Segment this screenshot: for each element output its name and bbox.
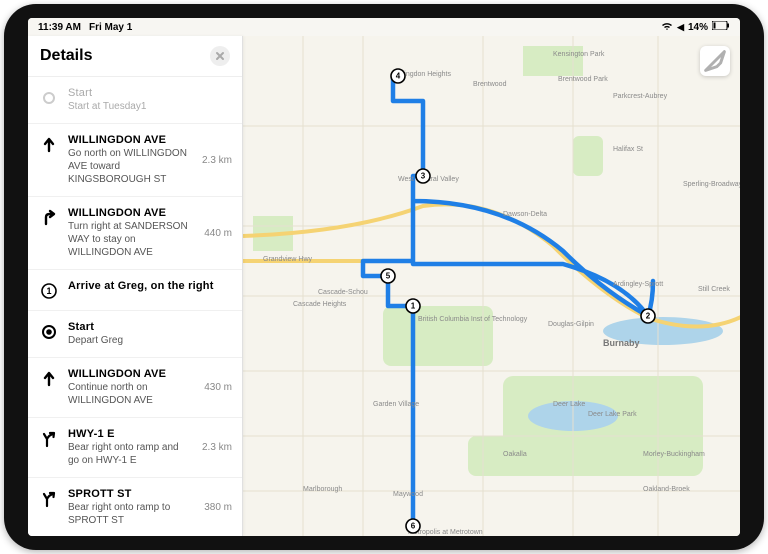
step-distance: 380 m — [200, 502, 232, 513]
direction-step[interactable]: WILLINGDON AVETurn right at SANDERSON WA… — [28, 197, 242, 270]
svg-text:1: 1 — [46, 286, 51, 296]
map-waypoint[interactable]: 5 — [381, 269, 395, 283]
svg-text:6: 6 — [411, 522, 416, 531]
direction-step[interactable]: StartDepart Greg — [28, 311, 242, 358]
compass-button[interactable] — [700, 46, 730, 76]
direction-step[interactable]: WILLINGDON AVEContinue north on WILLINGD… — [28, 358, 242, 418]
battery-icon — [712, 21, 730, 33]
step-sub: Depart Greg — [68, 334, 232, 347]
step-title: Start — [68, 321, 232, 333]
map-label: Oakalla — [503, 451, 527, 458]
map-label: Marlborough — [303, 486, 342, 493]
details-panel: Details StartStart at Tuesday1WILLINGDON… — [28, 36, 243, 536]
step-distance: 2.3 km — [198, 155, 232, 166]
step-sub: Bear right onto ramp to SPROTT ST — [68, 501, 192, 527]
step-title: Arrive at Greg, on the right — [68, 280, 232, 292]
panel-header: Details — [28, 36, 242, 77]
status-bar: 11:39 AM Fri May 1 ◀ 14% — [28, 18, 740, 36]
map-waypoint[interactable]: 3 — [416, 169, 430, 183]
direction-step[interactable]: SPROTT STBear right onto ramp to SPROTT … — [28, 478, 242, 536]
arrow-up-icon — [38, 370, 60, 388]
svg-text:1: 1 — [411, 302, 416, 311]
fork-right-icon — [38, 490, 60, 508]
map-label: Deer Lake — [553, 401, 585, 408]
direction-step[interactable]: 1 Arrive at Greg, on the right — [28, 270, 242, 311]
map-label: Grandview Hwy — [263, 256, 313, 263]
step-sub: Go north on WILLINGDON AVE toward KINGSB… — [68, 147, 190, 186]
map-waypoint[interactable]: 4 — [391, 69, 405, 83]
map-label: Kensington Park — [553, 51, 605, 58]
map-label: Deer Lake Park — [588, 411, 637, 418]
map-label: Parkcrest-Aubrey — [613, 93, 668, 100]
step-distance: 430 m — [200, 382, 232, 393]
map-label: Dawson-Delta — [503, 211, 547, 218]
step-title: SPROTT ST — [68, 488, 192, 500]
step-title: HWY-1 E — [68, 428, 190, 440]
status-right: ◀ 14% — [661, 21, 730, 34]
map-label: Ardingley-Sprott — [613, 281, 663, 288]
arrow-up-icon — [38, 136, 60, 154]
wifi-icon — [661, 21, 673, 34]
map-label: Burnaby — [603, 338, 640, 348]
step-sub: Turn right at SANDERSON WAY to stay on W… — [68, 220, 192, 259]
close-icon — [215, 51, 225, 61]
svg-text:4: 4 — [396, 72, 401, 81]
map-label: Brentwood — [473, 81, 507, 88]
battery-text: 14% — [688, 22, 708, 33]
map-label: Maywood — [393, 491, 423, 498]
map-label: Cascade Heights — [293, 301, 347, 308]
ipad-frame: 11:39 AM Fri May 1 ◀ 14% Details StartSt… — [4, 4, 764, 550]
map-label: Still Creek — [698, 286, 730, 293]
step-title: Start — [68, 87, 232, 99]
step-title: WILLINGDON AVE — [68, 368, 192, 380]
step-sub: Bear right onto ramp and go on HWY-1 E — [68, 441, 190, 467]
step-sub: Continue north on WILLINGDON AVE — [68, 381, 192, 407]
map-label: Garden Village — [373, 401, 419, 408]
map-label: Cascade-Schou — [318, 289, 368, 296]
fork-right-icon — [38, 430, 60, 448]
map-waypoint[interactable]: 1 — [406, 299, 420, 313]
direction-step[interactable]: WILLINGDON AVEGo north on WILLINGDON AVE… — [28, 124, 242, 197]
panel-title: Details — [40, 47, 92, 65]
direction-step[interactable]: StartStart at Tuesday1 — [28, 77, 242, 124]
dot-fill-icon — [38, 323, 60, 341]
map-waypoint[interactable]: 6 — [406, 519, 420, 533]
status-time: 11:39 AM — [38, 22, 81, 33]
svg-text:3: 3 — [421, 172, 426, 181]
map-waypoint[interactable]: 2 — [641, 309, 655, 323]
step-sub: Start at Tuesday1 — [68, 100, 232, 113]
step-title: WILLINGDON AVE — [68, 134, 190, 146]
screen: 11:39 AM Fri May 1 ◀ 14% Details StartSt… — [28, 18, 740, 536]
direction-step[interactable]: HWY-1 EBear right onto ramp and go on HW… — [28, 418, 242, 478]
step-distance: 2.3 km — [198, 442, 232, 453]
step-distance: 440 m — [200, 228, 232, 239]
turn-right-icon — [38, 209, 60, 227]
location-arrow-icon — [700, 46, 730, 76]
status-date: Fri May 1 — [89, 22, 132, 33]
map-label: Oakland-Broek — [643, 486, 690, 493]
close-button[interactable] — [210, 46, 230, 66]
map-label: Brentwood Park — [558, 76, 608, 83]
steps-list[interactable]: StartStart at Tuesday1WILLINGDON AVEGo n… — [28, 77, 242, 536]
circle-dim-icon — [38, 89, 60, 107]
step-title: WILLINGDON AVE — [68, 207, 192, 219]
map-label: British Columbia Inst of Technology — [418, 316, 528, 323]
svg-text:2: 2 — [646, 312, 651, 321]
map-label: Morley-Buckingham — [643, 451, 705, 458]
map-canvas[interactable]: Willingdon HeightsBrentwoodBrentwood Par… — [243, 36, 740, 536]
num1-icon: 1 — [38, 282, 60, 300]
svg-text:5: 5 — [386, 272, 391, 281]
map-label: Sperling-Broadway — [683, 181, 740, 188]
map-label: Halifax St — [613, 146, 643, 153]
map-label: Douglas-Gilpin — [548, 321, 594, 328]
